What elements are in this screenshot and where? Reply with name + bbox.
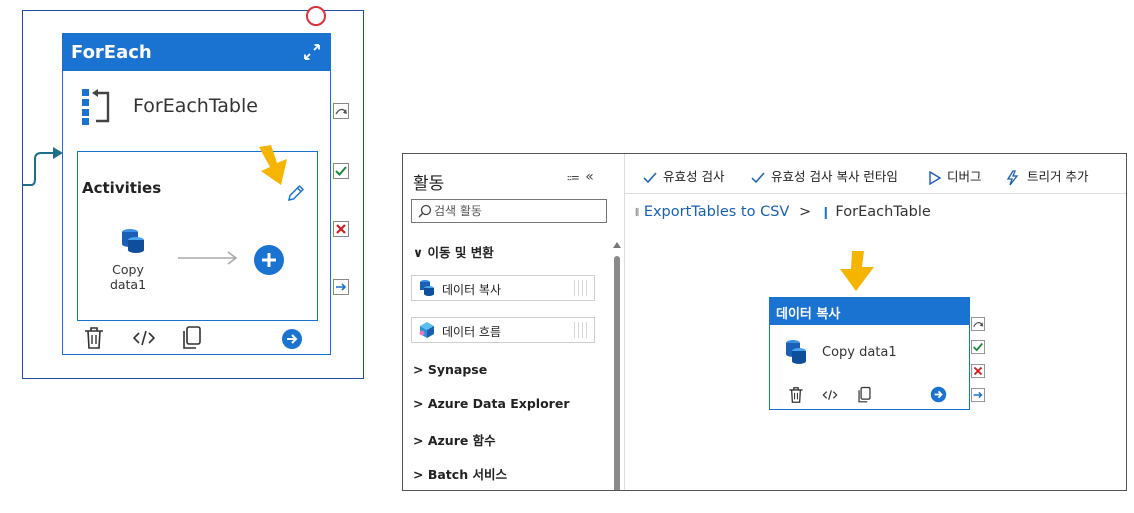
check-icon: [751, 172, 765, 183]
code-icon[interactable]: [822, 387, 838, 403]
copy-data-icon: [420, 280, 434, 296]
collapse-panel-icon[interactable]: «: [585, 169, 600, 185]
search-box: [411, 199, 607, 223]
clone-icon[interactable]: [181, 326, 203, 350]
breadcrumb-pipeline-link[interactable]: ExportTables to CSV: [644, 204, 790, 220]
category-batch-service[interactable]: > Batch 서비스: [413, 464, 507, 483]
inner-activity-name[interactable]: Copy data1: [98, 262, 158, 292]
pipeline-icon: ⧛: [635, 205, 640, 219]
category-label: Azure Data Explorer: [427, 396, 570, 411]
completion-icon[interactable]: [971, 388, 985, 402]
go-arrow-icon[interactable]: [930, 386, 947, 403]
data-flow-icon: [419, 322, 434, 338]
foreach-canvas-frame: ForEach ForEachTable Activities Copy dat…: [22, 10, 364, 379]
activities-sidebar: 활동 ⩴« ∨ 이동 및 변환 데이터 복사: [403, 154, 625, 490]
success-icon[interactable]: [333, 163, 349, 179]
callout-arrow-icon: [840, 251, 874, 291]
foreach-small-icon: ❙: [820, 205, 831, 219]
copy-activity-header: 데이터 복사: [770, 298, 969, 325]
category-move-transform[interactable]: ∨ 이동 및 변환: [413, 242, 494, 261]
foreach-header-title: ForEach: [71, 42, 152, 63]
callout-arrow-icon: [259, 145, 287, 185]
inner-activity-name-line1: Copy: [112, 262, 144, 277]
activity-copy-data[interactable]: 데이터 복사: [411, 275, 595, 301]
copy-activity-name: Copy data1: [822, 345, 897, 360]
category-label: Synapse: [427, 362, 488, 377]
failure-icon[interactable]: [971, 364, 985, 378]
clone-icon[interactable]: [857, 386, 872, 404]
sidebar-title: 활동: [413, 174, 445, 194]
validate-button[interactable]: 유효성 검사: [643, 166, 724, 185]
completion-icon[interactable]: [333, 279, 349, 295]
chevron-down-icon: ∨: [413, 245, 424, 260]
debug-button[interactable]: 디버그: [929, 166, 982, 185]
category-label: Batch 서비스: [427, 467, 507, 482]
foreach-card-toolbar: [63, 324, 330, 354]
foreach-activity-card[interactable]: ForEach ForEachTable Activities Copy dat…: [62, 33, 331, 355]
pipeline-toolbar: 유효성 검사 유효성 검사 복사 런타임 디버그 트리거 추가: [625, 154, 1126, 194]
chevron-right-icon: >: [413, 362, 424, 377]
chevron-right-icon: >: [413, 467, 424, 482]
delete-icon[interactable]: [788, 386, 804, 404]
foreach-activity-name: ForEachTable: [133, 95, 258, 117]
breadcrumb: ⧛ ExportTables to CSV > ❙ ForEachTable: [635, 204, 931, 220]
copy-data-icon: [122, 229, 144, 253]
category-synapse[interactable]: > Synapse: [413, 362, 487, 377]
validate-copy-runtime-button[interactable]: 유효성 검사 복사 런타임: [751, 166, 898, 185]
play-icon: [929, 170, 941, 185]
category-label: Azure 함수: [427, 433, 496, 448]
sidebar-scrollbar[interactable]: [611, 242, 623, 490]
copy-activity-card[interactable]: 데이터 복사 Copy data1: [769, 297, 970, 410]
highlight-circle: [306, 6, 326, 26]
pipeline-editor: 활동 ⩴« ∨ 이동 및 변환 데이터 복사: [402, 153, 1127, 491]
skip-icon[interactable]: [333, 103, 349, 119]
success-icon[interactable]: [971, 340, 985, 354]
flow-arrow-icon: [178, 251, 238, 265]
expand-icon[interactable]: [302, 42, 322, 62]
activity-label: 데이터 복사: [442, 283, 502, 297]
failure-icon[interactable]: [333, 221, 349, 237]
collapse-icons: ⩴«: [567, 169, 600, 185]
delete-icon[interactable]: [83, 326, 105, 350]
add-trigger-button[interactable]: 트리거 추가: [1005, 166, 1088, 186]
chevron-right-icon: >: [413, 433, 424, 448]
breadcrumb-current: ForEachTable: [835, 204, 931, 220]
add-activity-button[interactable]: [254, 245, 284, 275]
foreach-loop-icon: [82, 89, 110, 125]
foreach-header: ForEach: [63, 34, 330, 71]
scroll-up-icon[interactable]: [613, 242, 621, 248]
category-label: 이동 및 변환: [427, 245, 494, 260]
code-icon[interactable]: [133, 326, 155, 350]
copy-card-toolbar: [770, 384, 969, 406]
lightning-icon: [1006, 169, 1019, 185]
search-icon: [418, 204, 432, 218]
scroll-thumb[interactable]: [614, 256, 620, 490]
copy-data-icon: [786, 340, 806, 364]
inner-activity-name-line2: data1: [109, 277, 147, 292]
category-azure-functions[interactable]: > Azure 함수: [413, 430, 496, 449]
category-azure-data-explorer[interactable]: > Azure Data Explorer: [413, 396, 570, 411]
activity-label: 데이터 흐름: [442, 325, 502, 339]
go-arrow-icon[interactable]: [281, 327, 303, 351]
breadcrumb-separator: >: [798, 204, 812, 220]
skip-icon[interactable]: [971, 317, 985, 331]
activities-label: Activities: [82, 179, 162, 197]
check-icon: [643, 172, 657, 183]
search-input[interactable]: [434, 202, 599, 220]
drag-handle[interactable]: [574, 322, 588, 338]
collapse-all-icon[interactable]: ⩴: [567, 169, 585, 185]
copy-activity-header-label: 데이터 복사: [776, 307, 841, 322]
activity-data-flow[interactable]: 데이터 흐름: [411, 317, 595, 343]
chevron-right-icon: >: [413, 396, 424, 411]
drag-handle[interactable]: [574, 280, 588, 296]
